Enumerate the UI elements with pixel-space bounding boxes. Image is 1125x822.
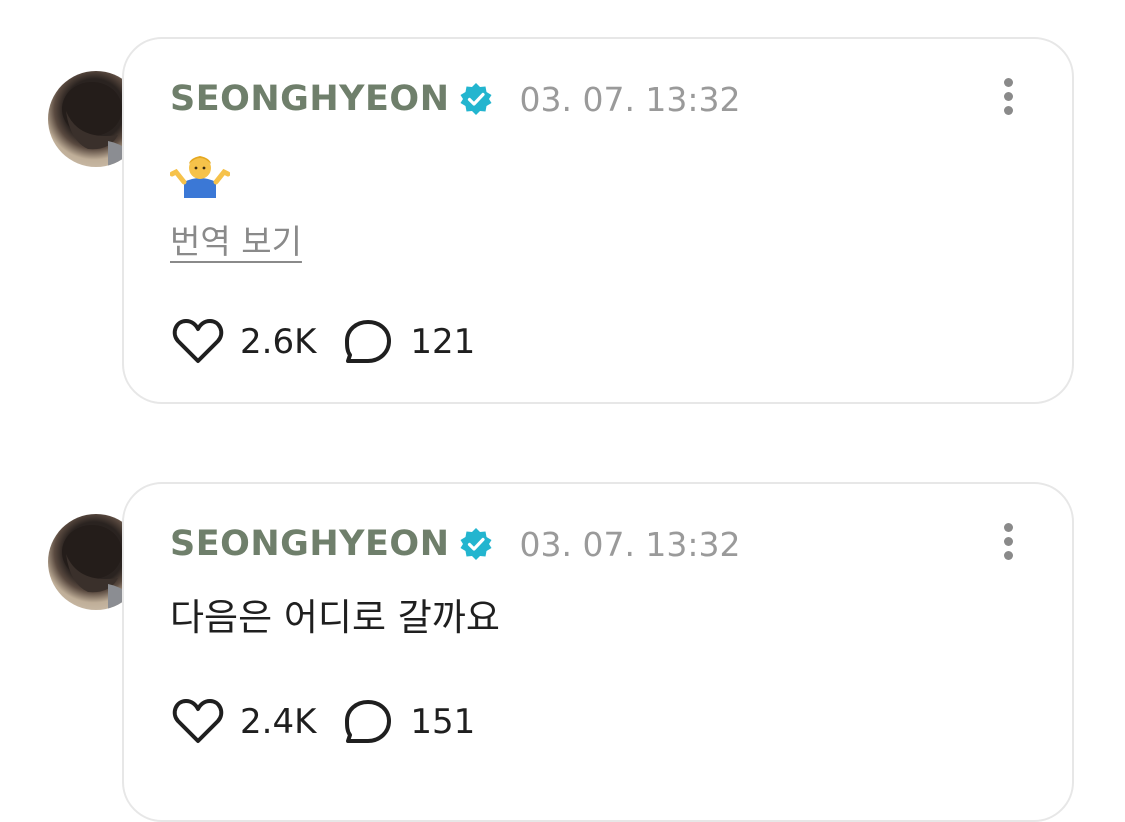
post-card: SEONGHYEON 03. 07. 13:32 다음은 어디로 갈까요 2.4… [122, 482, 1074, 822]
translate-link[interactable]: 번역 보기 [170, 215, 302, 263]
heart-icon[interactable] [172, 318, 224, 366]
more-options-icon[interactable] [1002, 78, 1014, 118]
post: SEONGHYEON 03. 07. 13:32 다음은 어디로 갈까요 2.4… [0, 440, 1125, 822]
comment-icon[interactable] [342, 698, 394, 746]
author-name[interactable]: SEONGHYEON [170, 79, 449, 119]
verified-badge-icon [459, 527, 493, 561]
post-body-text: 다음은 어디로 갈까요 [170, 596, 500, 639]
post-timestamp: 03. 07. 13:32 [519, 79, 741, 119]
heart-icon[interactable] [172, 698, 224, 746]
comment-icon[interactable] [342, 318, 394, 366]
post-actions: 2.4K 151 [172, 698, 475, 746]
like-count: 2.6K [240, 322, 317, 362]
like-count: 2.4K [240, 702, 317, 742]
post-header: SEONGHYEON 03. 07. 13:32 [170, 77, 741, 121]
more-options-icon[interactable] [1002, 523, 1014, 563]
author-name[interactable]: SEONGHYEON [170, 524, 449, 564]
comment-count: 151 [410, 702, 476, 742]
person-shrugging-emoji [169, 148, 231, 198]
post-card: SEONGHYEON 03. 07. 13:32 번역 보기 2.6K 121 [122, 37, 1074, 404]
comment-count: 121 [410, 322, 476, 362]
post-actions: 2.6K 121 [172, 318, 475, 366]
verified-badge-icon [459, 82, 493, 116]
post-timestamp: 03. 07. 13:32 [519, 524, 741, 564]
post-header: SEONGHYEON 03. 07. 13:32 [170, 522, 741, 566]
post: SEONGHYEON 03. 07. 13:32 번역 보기 2.6K 121 [0, 0, 1125, 420]
